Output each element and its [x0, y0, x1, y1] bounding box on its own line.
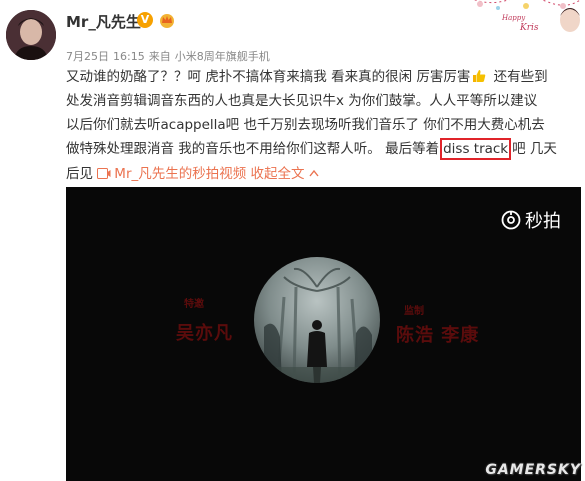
video-player[interactable]: 秒拍 特邀 吴亦凡 监制 陈浩 李康: [66, 187, 581, 481]
video-link-text: Mr_凡先生的秒拍视频: [114, 166, 247, 182]
post-line: 后见 Mr_凡先生的秒拍视频 收起全文: [66, 161, 581, 185]
post-device[interactable]: 小米8周年旗舰手机: [175, 50, 270, 63]
chevron-up-icon: [309, 161, 319, 177]
post-line: 做特殊处理跟消音 我的音乐也不用给你们这帮人听。 最后等着 diss track 吧…: [66, 137, 581, 161]
post-line: 以后你们就去听acappella吧 也千万别去现场听我们音乐了 你们不用大费心机…: [66, 113, 581, 137]
watermark-gamersky: GAMERSKY: [485, 462, 581, 478]
post-line-text: 吧 几天: [512, 141, 557, 157]
post-line-text: 处发消音剪辑调音东西的人也真是大长见识牛x 为你们鼓掌。人人平等所以建议: [66, 93, 538, 109]
collapse-button[interactable]: 收起全文: [251, 166, 319, 182]
post-line: 处发消音剪辑调音东西的人也真是大长见识牛x 为你们鼓掌。人人平等所以建议: [66, 89, 581, 113]
post-date[interactable]: 7月25日: [66, 50, 109, 63]
post-source-prefix: 来自: [148, 50, 171, 63]
credit-right-name: 陈浩 李康: [396, 325, 480, 346]
post-time[interactable]: 16:15: [113, 50, 145, 63]
credit-right-label: 监制: [404, 306, 424, 317]
post-line-text: 以后你们就去听acappella吧 也千万别去现场听我们音乐了 你们不用大费心机…: [66, 117, 545, 133]
svg-text:Happy: Happy: [501, 14, 526, 22]
post-line-text: 还有些到: [489, 69, 548, 85]
avatar[interactable]: [6, 10, 56, 60]
credit-left-label: 特邀: [184, 299, 204, 310]
svg-text:Kris: Kris: [519, 23, 539, 33]
miaopai-logo: 秒拍: [501, 207, 561, 233]
post-text: 又动谁的奶酪了？？呵 虎扑不搞体育来搞我 看来真的很闲 厉害厉害 还有些到 处发…: [66, 65, 581, 185]
verified-icon: V: [137, 12, 153, 28]
thumbs-up-icon: [472, 67, 486, 82]
miaopai-logo-text: 秒拍: [525, 211, 561, 232]
member-crown-icon: [158, 11, 176, 29]
highlight-box-diss-track: diss track: [440, 138, 512, 160]
miaopai-icon: [501, 210, 521, 230]
post-line-text: 后见: [66, 166, 98, 182]
post-line: 又动谁的奶酪了？？呵 虎扑不搞体育来搞我 看来真的很闲 厉害厉害 还有些到: [66, 65, 581, 89]
post-meta: 7月25日 16:15 来自 小米8周年旗舰手机: [66, 48, 274, 64]
birthday-sticker-image: Happy Kris: [468, 0, 585, 36]
video-icon: [97, 163, 111, 179]
collapse-label: 收起全文: [250, 166, 305, 182]
video-frame-image: [254, 257, 380, 383]
credit-left-name: 吴亦凡: [176, 323, 233, 344]
post-line-text: 做特殊处理跟消音 我的音乐也不用给你们这帮人听。 最后等着: [66, 141, 440, 157]
video-link[interactable]: Mr_凡先生的秒拍视频: [97, 166, 246, 182]
post-line-text: 又动谁的奶酪了？？呵 虎扑不搞体育来搞我 看来真的很闲 厉害厉害: [66, 69, 471, 85]
username[interactable]: Mr_凡先生: [66, 11, 141, 32]
